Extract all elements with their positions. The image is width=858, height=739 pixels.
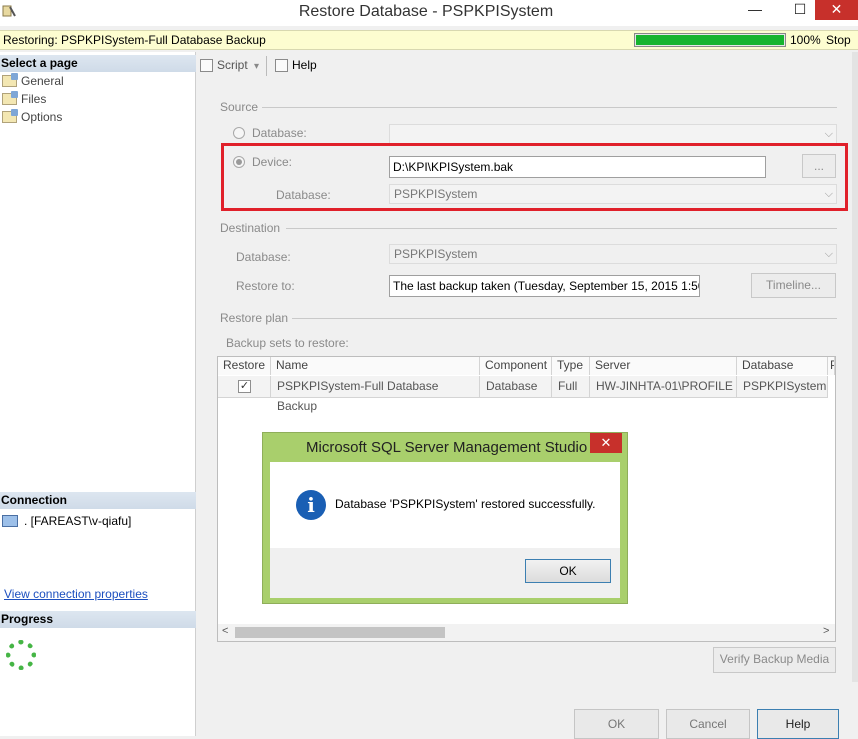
server-connection-icon xyxy=(2,515,18,527)
ok-button[interactable]: OK xyxy=(574,709,659,739)
source-database-select[interactable]: ⌵ xyxy=(389,124,837,144)
restore-checkbox[interactable]: ✓ xyxy=(238,380,251,393)
column-header-component[interactable]: Component xyxy=(480,357,552,375)
progress-percent: 100% xyxy=(790,33,821,47)
stop-button[interactable]: Stop xyxy=(826,33,851,47)
progress-heading: Progress xyxy=(0,611,196,628)
dialog-close-button[interactable]: ✕ xyxy=(590,433,622,453)
restore-to-label: Restore to: xyxy=(236,279,295,293)
page-item-label: Options xyxy=(21,110,63,124)
column-header-server[interactable]: Server xyxy=(590,357,737,375)
table-row-name: PSPKPISystem-Full Database Backup xyxy=(271,376,480,413)
cancel-button[interactable]: Cancel xyxy=(666,709,750,739)
scroll-right-icon[interactable]: > xyxy=(823,625,829,637)
column-header-database[interactable]: Database xyxy=(737,357,828,375)
page-item-label: Files xyxy=(21,92,47,106)
page-item-options[interactable]: Options xyxy=(2,109,62,125)
progress-bar xyxy=(634,33,786,47)
page-item-files[interactable]: Files xyxy=(2,91,46,107)
progress-spinner-icon xyxy=(6,640,36,670)
help-icon xyxy=(275,59,288,72)
chevron-down-icon[interactable]: ▾ xyxy=(254,61,259,72)
close-button[interactable]: ✕ xyxy=(815,0,858,20)
table-row-server: HW-JINHTA-01\PROFILE xyxy=(590,376,737,398)
chevron-down-icon: ⌵ xyxy=(824,128,833,140)
page-icon xyxy=(2,91,18,105)
select-page-heading: Select a page xyxy=(0,55,196,72)
verify-backup-media-button[interactable]: Verify Backup Media xyxy=(713,647,836,673)
horizontal-scrollbar-thumb[interactable] xyxy=(235,627,445,638)
backup-sets-label: Backup sets to restore: xyxy=(226,336,349,350)
help-label: Help xyxy=(292,58,317,72)
column-header-name[interactable]: Name xyxy=(271,357,480,375)
dialog-ok-button[interactable]: OK xyxy=(525,559,611,583)
page-item-general[interactable]: General xyxy=(2,73,64,89)
minimize-button[interactable]: — xyxy=(740,0,770,20)
table-row-database: PSPKPISystem xyxy=(737,376,828,398)
source-heading: Source xyxy=(220,100,259,114)
divider xyxy=(262,107,837,108)
status-text: Restoring: PSPKPISystem-Full Database Ba… xyxy=(3,33,266,47)
database-radio-label: Database: xyxy=(252,126,307,140)
column-header-position[interactable]: P xyxy=(828,357,835,375)
script-button[interactable]: Script ▾ xyxy=(200,58,259,72)
column-header-restore[interactable]: Restore xyxy=(218,357,271,375)
help-toolbar-button[interactable]: Help xyxy=(275,58,317,72)
window-title: Restore Database - PSPKPISystem xyxy=(298,3,554,20)
highlight-annotation-box xyxy=(221,143,848,211)
divider xyxy=(292,318,837,319)
toolbar-divider xyxy=(266,56,267,76)
table-row-type: Full xyxy=(552,376,590,398)
table-row-restore-cell[interactable]: ✓ xyxy=(218,376,271,398)
destination-database-select[interactable]: PSPKPISystem ⌵ xyxy=(389,244,837,264)
script-label: Script xyxy=(217,58,248,72)
help-button[interactable]: Help xyxy=(757,709,839,739)
destination-database-label: Database: xyxy=(236,250,291,264)
left-pane xyxy=(0,52,196,736)
destination-heading: Destination xyxy=(220,221,281,235)
restore-to-field[interactable]: The last backup taken (Tuesday, Septembe… xyxy=(389,275,700,297)
connection-text: . [FAREAST\v-qiafu] xyxy=(24,514,132,528)
divider xyxy=(286,228,837,229)
restore-plan-heading: Restore plan xyxy=(220,311,289,325)
table-row-component: Database xyxy=(480,376,552,398)
timeline-button[interactable]: Timeline... xyxy=(751,273,836,298)
column-header-type[interactable]: Type xyxy=(552,357,590,375)
scroll-left-icon[interactable]: < xyxy=(222,625,228,637)
chevron-down-icon: ⌵ xyxy=(824,248,833,260)
destination-database-value: PSPKPISystem xyxy=(394,247,478,261)
maximize-button[interactable]: ☐ xyxy=(785,0,815,20)
dialog-title: Microsoft SQL Server Management Studio xyxy=(306,439,588,456)
connection-heading: Connection xyxy=(0,492,196,509)
page-item-label: General xyxy=(21,74,64,88)
script-icon xyxy=(200,59,213,72)
page-icon xyxy=(2,73,18,87)
vertical-scrollbar[interactable] xyxy=(852,52,858,682)
information-icon: i xyxy=(296,490,326,520)
view-connection-properties-link[interactable]: View connection properties xyxy=(4,587,148,601)
database-radio[interactable] xyxy=(233,127,245,139)
dialog-message: Database 'PSPKPISystem' restored success… xyxy=(335,497,596,511)
progress-bar-fill xyxy=(636,35,784,45)
page-icon xyxy=(2,109,18,123)
